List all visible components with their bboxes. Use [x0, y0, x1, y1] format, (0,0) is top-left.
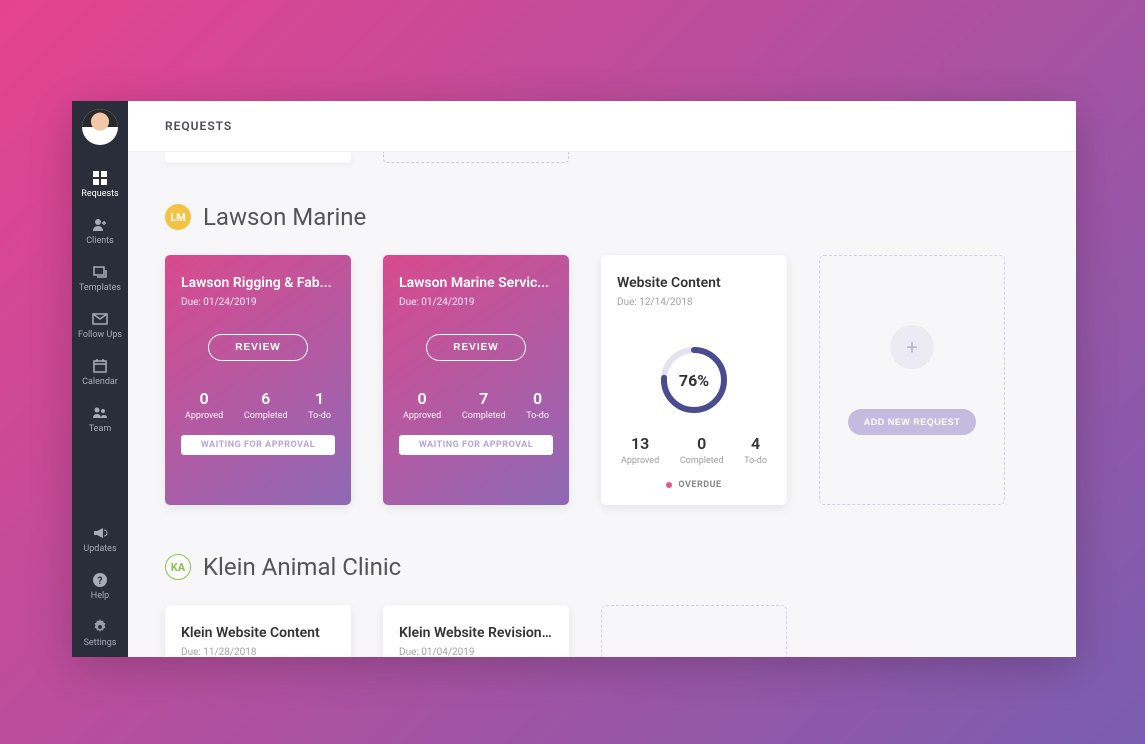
nav-help[interactable]: ? Help [72, 563, 128, 610]
nav-settings[interactable]: Settings [72, 610, 128, 657]
cards-row: Klein Website Content Due: 11/28/2018 Kl… [165, 605, 1039, 657]
overdue-badge: OVERDUE [666, 480, 721, 490]
card-title: Website Content [617, 275, 771, 291]
content-scroll[interactable]: LM Lawson Marine Lawson Rigging & Fab...… [128, 152, 1076, 657]
stats-row: 0Approved 6Completed 1To-do [181, 389, 335, 421]
stats-row: 0Approved 7Completed 0To-do [399, 389, 553, 421]
calendar-icon [92, 358, 108, 374]
nav-requests[interactable]: Requests [72, 161, 128, 208]
main: REQUESTS LM Lawson Marine Lawson Rigging… [128, 101, 1076, 657]
group-header-klein: KA Klein Animal Clinic [165, 553, 1039, 581]
page-title: REQUESTS [165, 119, 232, 133]
nav-templates[interactable]: Templates [72, 255, 128, 302]
nav-followups[interactable]: Follow Ups [72, 302, 128, 349]
team-icon [92, 405, 108, 421]
mail-icon [92, 311, 108, 327]
avatar[interactable] [82, 109, 118, 145]
status-badge: WAITING FOR APPROVAL [399, 435, 553, 455]
plus-icon: + [890, 325, 934, 369]
group-header-lawson: LM Lawson Marine [165, 203, 1039, 231]
nav-label: Calendar [82, 377, 118, 387]
card-title: Klein Website Content [181, 625, 335, 641]
card-due: Due: 11/28/2018 [181, 647, 335, 657]
card-title: Lawson Rigging & Fab... [181, 275, 335, 291]
help-icon: ? [92, 572, 108, 588]
card-due: Due: 01/24/2019 [181, 297, 335, 308]
nav-label: Requests [81, 189, 118, 199]
user-plus-icon [92, 217, 108, 233]
request-card[interactable]: Klein Website Revision... Due: 01/04/201… [383, 605, 569, 657]
request-card[interactable]: Lawson Rigging & Fab... Due: 01/24/2019 … [165, 255, 351, 505]
add-new-request-button[interactable]: ADD NEW REQUEST [848, 409, 977, 435]
sidebar: Requests Clients Templates Follow Ups Ca… [72, 101, 128, 657]
group-name: Klein Animal Clinic [203, 553, 401, 581]
nav-label: Settings [84, 638, 117, 648]
group-badge: LM [165, 204, 191, 230]
request-card[interactable]: Lawson Marine Servic... Due: 01/24/2019 … [383, 255, 569, 505]
review-button[interactable]: REVIEW [208, 334, 307, 361]
prev-group-tail [165, 152, 1039, 163]
app-window: Requests Clients Templates Follow Ups Ca… [72, 101, 1076, 657]
status-badge: WAITING FOR APPROVAL [181, 435, 335, 455]
nav-label: Clients [86, 236, 114, 246]
request-card[interactable]: Klein Website Content Due: 11/28/2018 [165, 605, 351, 657]
cards-row: Lawson Rigging & Fab... Due: 01/24/2019 … [165, 255, 1039, 505]
layers-icon [92, 264, 108, 280]
card-title: Klein Website Revision... [399, 625, 553, 641]
add-request-card[interactable]: + ADD NEW REQUEST [819, 255, 1005, 505]
gear-icon [92, 619, 108, 635]
nav-calendar[interactable]: Calendar [72, 349, 128, 396]
nav-label: Updates [83, 544, 116, 554]
card-due: Due: 01/04/2019 [399, 647, 553, 657]
group-badge: KA [165, 554, 191, 580]
card-due: Due: 01/24/2019 [399, 297, 553, 308]
add-request-card[interactable] [601, 605, 787, 657]
nav-team[interactable]: Team [72, 396, 128, 443]
nav-label: Help [91, 591, 109, 601]
nav-updates[interactable]: Updates [72, 516, 128, 563]
card-due: Due: 12/14/2018 [617, 297, 771, 308]
progress-percent: 76% [658, 344, 730, 416]
group-name: Lawson Marine [203, 203, 366, 231]
nav-label: Templates [79, 283, 121, 293]
nav-label: Team [89, 424, 112, 434]
nav-clients[interactable]: Clients [72, 208, 128, 255]
card-title: Lawson Marine Servic... [399, 275, 553, 291]
progress-ring: 76% [658, 344, 730, 416]
grid-icon [92, 170, 108, 186]
nav-label: Follow Ups [78, 330, 122, 340]
svg-text:?: ? [98, 576, 103, 587]
page-header: REQUESTS [128, 101, 1076, 152]
review-button[interactable]: REVIEW [426, 334, 525, 361]
megaphone-icon [92, 525, 108, 541]
stats-row: 13Approved 0Completed 4To-do [617, 434, 771, 466]
request-card[interactable]: Website Content Due: 12/14/2018 76% 13Ap… [601, 255, 787, 505]
